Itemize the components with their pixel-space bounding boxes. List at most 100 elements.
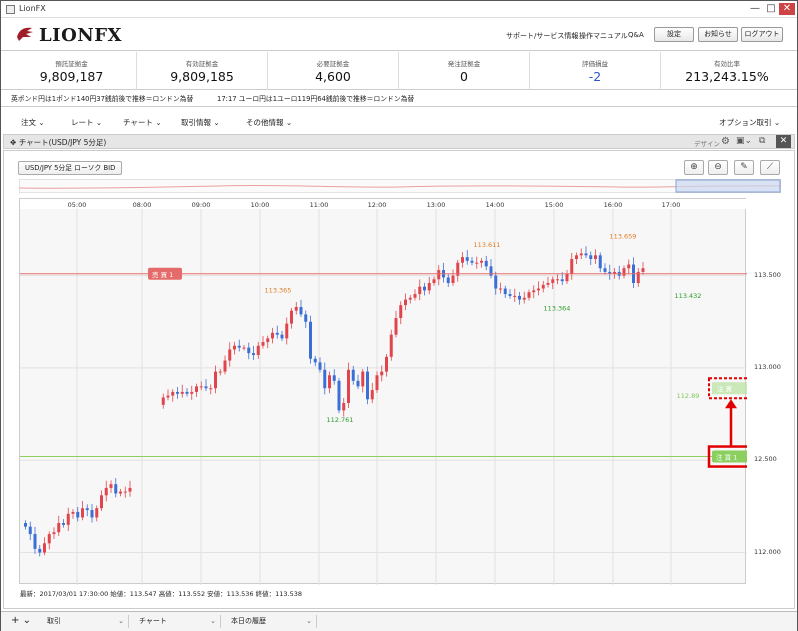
- account-value: 0: [460, 69, 468, 84]
- zoom-in-icon[interactable]: ⊕: [684, 160, 704, 175]
- candle: [299, 307, 303, 315]
- restore-icon[interactable]: ⧉: [759, 136, 765, 146]
- tab-trade[interactable]: 取引 ⌄: [41, 615, 129, 628]
- x-tick-label: 15:00: [545, 201, 564, 209]
- candle: [347, 369, 350, 403]
- price-annotation: 113.364: [544, 305, 571, 313]
- chart-plot-area[interactable]: 05:00 08:00 09:00 10:00 11:00 12:00 13:00 14:00…: [19, 198, 755, 585]
- candle: [166, 395, 170, 398]
- price-annotation: 113.365: [265, 287, 292, 295]
- candle: [66, 513, 70, 525]
- account-value: 4,600: [315, 69, 351, 84]
- candle: [446, 277, 450, 283]
- candle: [461, 257, 464, 263]
- news-item[interactable]: 英ポンド円は1ポンド140円37銭前後で推移＝ロンドン為替: [11, 91, 193, 107]
- candle: [76, 511, 80, 518]
- symbol-selector-button[interactable]: USD/JPY 5分足 ローソク BID: [18, 161, 123, 175]
- menu-order[interactable]: 注文 ⌄: [21, 117, 45, 128]
- plus-icon[interactable]: + ⌄: [5, 615, 37, 628]
- candle: [551, 279, 555, 283]
- manual-link[interactable]: 操作マニュアル: [579, 31, 628, 41]
- layout-icon[interactable]: ▣⌄: [736, 136, 752, 146]
- close-window-icon[interactable]: ✕: [779, 3, 795, 15]
- design-label[interactable]: デザイン: [694, 138, 720, 148]
- candle: [233, 345, 236, 350]
- tab-chart[interactable]: チャート ⌄: [133, 615, 221, 628]
- drag-arrow-head: [725, 399, 737, 409]
- chart-title-text: チャート(USD/JPY 5分足): [18, 138, 107, 147]
- candle: [427, 283, 431, 291]
- menu-chart[interactable]: チャート ⌄: [123, 117, 162, 128]
- candle: [185, 391, 189, 394]
- gear-icon[interactable]: ⚙: [721, 136, 730, 147]
- account-value: -2: [588, 69, 602, 84]
- candle: [380, 371, 384, 376]
- lion-logo-icon: [17, 27, 33, 41]
- candle: [342, 403, 346, 411]
- candle: [228, 349, 232, 361]
- menu-option-trade[interactable]: オプション取引 ⌄: [719, 117, 780, 128]
- candle: [114, 484, 118, 494]
- candle: [641, 268, 645, 272]
- candle: [370, 390, 374, 400]
- settings-button[interactable]: 設定: [654, 27, 694, 42]
- chart-panel-title: ✥ チャート(USD/JPY 5分足): [10, 137, 106, 148]
- candle: [190, 391, 194, 394]
- candle: [256, 345, 260, 355]
- candle: [594, 255, 597, 259]
- candle: [361, 371, 365, 387]
- chevron-down-icon: ⌄: [210, 617, 216, 625]
- candle: [560, 279, 564, 282]
- tab-today-history[interactable]: 本日の履歴 ⌄: [225, 615, 317, 628]
- maximize-icon[interactable]: □: [763, 3, 779, 15]
- candle: [413, 294, 417, 298]
- chevron-down-icon: ⌄: [306, 617, 312, 625]
- support-link[interactable]: サポート/サービス情報: [506, 31, 578, 41]
- chart-navigator[interactable]: [19, 179, 781, 193]
- candle: [527, 292, 531, 298]
- tab-label: 本日の履歴: [231, 617, 266, 625]
- candle: [565, 273, 569, 282]
- candle: [627, 264, 631, 269]
- news-ticker: 英ポンド円は1ポンド140円37銭前後で推移＝ロンドン為替 17:17 ユーロ円…: [1, 91, 797, 107]
- x-tick-label: 17:00: [662, 201, 681, 209]
- chart-panel-header: ✥ チャート(USD/JPY 5分足) デザイン ⚙ ▣⌄ ⧉ ✕: [3, 134, 795, 149]
- candle: [104, 487, 108, 496]
- candle: [570, 259, 574, 274]
- candle: [247, 347, 251, 354]
- menu-trade-info[interactable]: 取引情報 ⌄: [181, 117, 220, 128]
- menu-rate[interactable]: レート ⌄: [71, 117, 102, 128]
- candle: [484, 260, 488, 267]
- minimize-icon[interactable]: —: [747, 3, 763, 15]
- candle: [313, 358, 317, 363]
- notice-button[interactable]: お知らせ: [698, 27, 738, 42]
- candle: [218, 371, 222, 373]
- account-summary: 預託証拠金 9,809,187 有効証拠金 9,809,185 必要証拠金 4,600…: [1, 52, 797, 90]
- zoom-out-icon[interactable]: ⊖: [708, 160, 728, 175]
- candle: [309, 321, 312, 359]
- app-header: LIONFX サポート/サービス情報 操作マニュアル Q&A 設定 お知らせ ロ…: [1, 19, 797, 51]
- candle: [399, 305, 403, 319]
- menu-other-info[interactable]: その他情報 ⌄: [246, 117, 292, 128]
- logout-button[interactable]: ログアウト: [741, 27, 783, 42]
- candle: [499, 288, 502, 290]
- candle: [584, 253, 588, 256]
- menu-label: その他情報: [246, 118, 284, 127]
- candle: [556, 279, 559, 281]
- candle: [161, 397, 165, 405]
- unrealized-pl: 評価損益 -2: [530, 52, 661, 90]
- candle: [503, 288, 507, 295]
- candle: [90, 510, 94, 518]
- candle: [266, 338, 270, 343]
- close-icon[interactable]: ✕: [776, 135, 791, 148]
- candle: [465, 257, 469, 261]
- pen-icon[interactable]: ✎: [734, 160, 754, 175]
- candle: [28, 526, 32, 535]
- window-title: LionFX: [19, 4, 46, 13]
- move-icon[interactable]: ✥: [10, 138, 16, 147]
- line-tool-icon[interactable]: ⟋: [760, 160, 780, 175]
- tab-label: チャート: [139, 617, 167, 625]
- qa-link[interactable]: Q&A: [628, 31, 644, 39]
- news-item[interactable]: 17:17 ユーロ円は1ユーロ119円64銭前後で推移＝ロンドン為替: [217, 91, 414, 107]
- navigator-window[interactable]: [675, 179, 781, 193]
